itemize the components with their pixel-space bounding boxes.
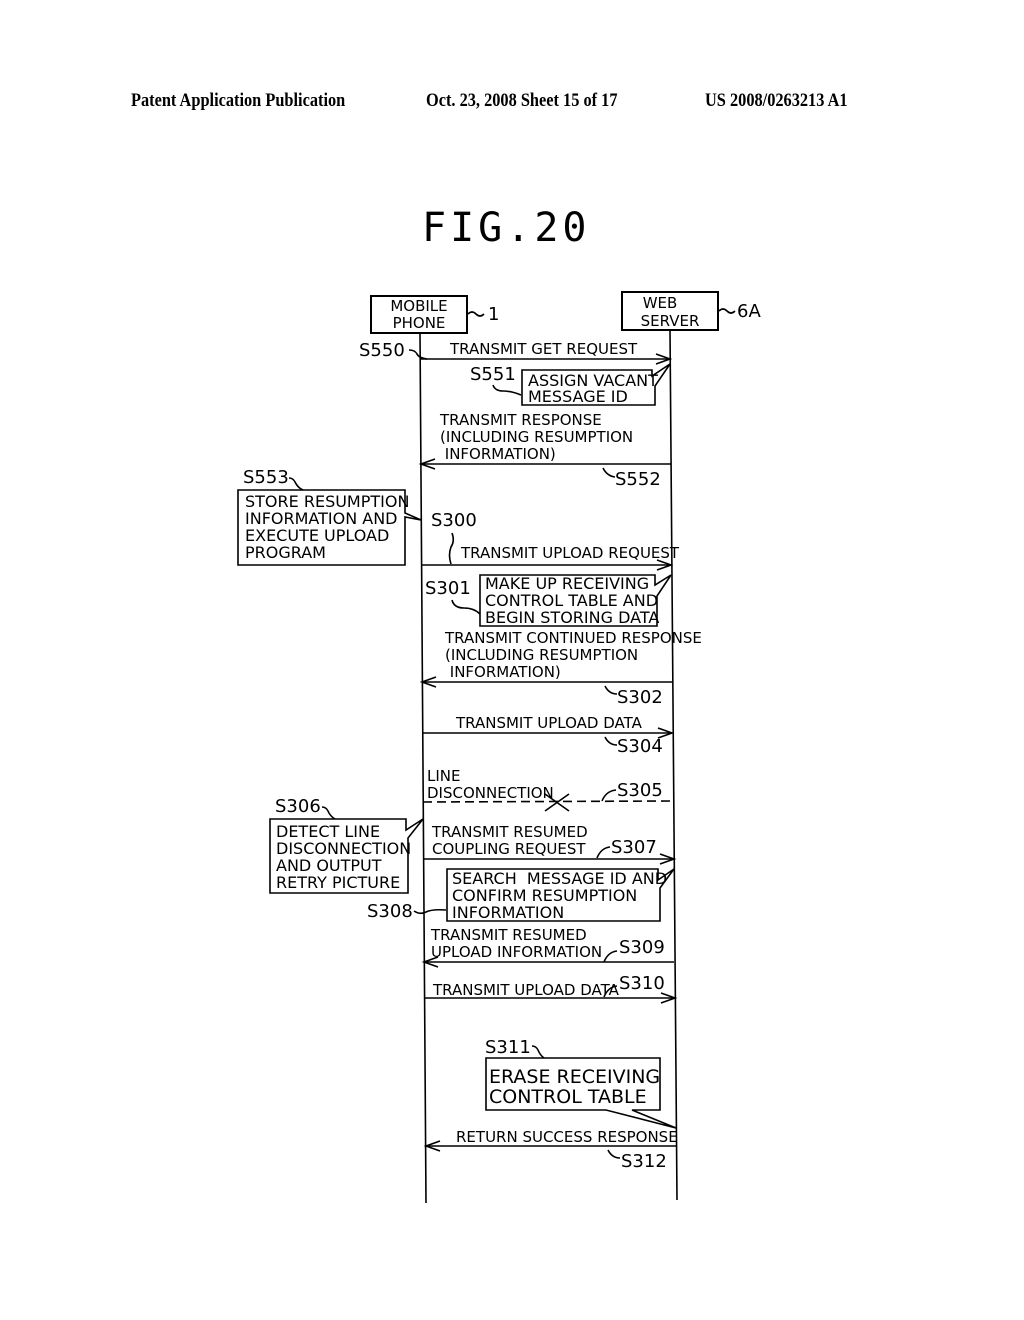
actor-mobile-ref: 1 (488, 304, 499, 325)
actor-server-line-2: SERVER (641, 312, 700, 330)
step-s311: S311 ERASE RECEIVING CONTROL TABLE (485, 1037, 677, 1129)
step-s307: TRANSMIT RESUMED COUPLING REQUEST S307 (424, 823, 677, 865)
actor-mobile-line-1: MOBILE (390, 297, 447, 315)
step-s312: RETURN SUCCESS RESPONSE S312 (423, 1128, 678, 1172)
step-id: S304 (617, 736, 663, 757)
step-s550: S550 TRANSMIT GET REQUEST (359, 340, 673, 365)
disconnection-x-icon (544, 793, 570, 812)
message-label-line-1: LINE (427, 767, 460, 785)
step-id: S302 (617, 687, 663, 708)
message-label-line-2: (INCLUDING RESUMPTION (440, 428, 633, 446)
message-label-line-2: DISCONNECTION (427, 784, 554, 802)
callout-line-3: BEGIN STORING DATA (485, 608, 659, 627)
step-s553: S553 STORE RESUMPTION INFORMATION AND EX… (237, 467, 422, 566)
actor-web-server: WEB SERVER 6A (621, 291, 761, 331)
step-id: S551 (470, 364, 516, 385)
message-label: TRANSMIT GET REQUEST (449, 340, 638, 358)
actor-server-ref: 6A (737, 301, 761, 322)
step-id: S553 (243, 467, 289, 488)
step-s304: TRANSMIT UPLOAD DATA S304 (422, 714, 675, 757)
message-label-line-3: INFORMATION) (440, 445, 556, 463)
step-id: S306 (275, 796, 321, 817)
step-id: S308 (367, 901, 413, 922)
callout-line-2: MESSAGE ID (528, 387, 628, 406)
message-label-line-1: TRANSMIT CONTINUED RESPONSE (444, 629, 702, 647)
step-id: S552 (615, 469, 661, 490)
message-label-line-2: (INCLUDING RESUMPTION (445, 646, 638, 664)
step-s305: LINE DISCONNECTION S305 (422, 767, 674, 812)
step-s302: TRANSMIT CONTINUED RESPONSE (INCLUDING R… (419, 629, 702, 708)
callout-line-1: ERASE RECEIVING (489, 1066, 660, 1088)
actor-mobile-phone: MOBILE PHONE 1 (370, 295, 499, 334)
message-label: TRANSMIT UPLOAD DATA (455, 714, 643, 732)
step-id: S550 (359, 340, 405, 361)
callout-line-4: PROGRAM (245, 543, 326, 562)
message-label-line-1: TRANSMIT RESUMED (430, 926, 587, 944)
step-id: S311 (485, 1037, 531, 1058)
message-label-line-3: INFORMATION) (445, 663, 561, 681)
step-s308: S308 SEARCH MESSAGE ID AND CONFIRM RESUM… (367, 868, 675, 922)
message-label-line-2: COUPLING REQUEST (432, 840, 586, 858)
message-label-line-2: UPLOAD INFORMATION (431, 943, 602, 961)
sequence-diagram: MOBILE PHONE 1 WEB SERVER 6A S550 TRANSM… (237, 291, 761, 1204)
message-label: RETURN SUCCESS RESPONSE (456, 1128, 678, 1146)
step-id: S307 (611, 837, 657, 858)
step-id: S310 (619, 973, 665, 994)
step-s309: TRANSMIT RESUMED UPLOAD INFORMATION S309 (421, 926, 674, 968)
callout-line-3: INFORMATION (452, 903, 564, 922)
step-id: S301 (425, 578, 471, 599)
actor-mobile-line-2: PHONE (393, 314, 446, 332)
message-label-line-1: TRANSMIT RESPONSE (439, 411, 602, 429)
step-s306: S306 DETECT LINE DISCONNECTION AND OUTPU… (269, 796, 424, 894)
step-id: S312 (621, 1151, 667, 1172)
step-s551: S551 ASSIGN VACANT MESSAGE ID (470, 363, 671, 406)
message-label: TRANSMIT UPLOAD DATA (432, 981, 620, 999)
step-id: S305 (617, 780, 663, 801)
callout-line-2: CONTROL TABLE (489, 1086, 647, 1108)
step-id: S300 (431, 510, 477, 531)
step-id: S309 (619, 937, 665, 958)
lifeline-web-server (669, 329, 678, 1201)
message-label-line-1: TRANSMIT RESUMED (431, 823, 588, 841)
step-s552: TRANSMIT RESPONSE (INCLUDING RESUMPTION … (418, 411, 671, 490)
actor-server-line-1: WEB (643, 294, 678, 312)
step-s310: TRANSMIT UPLOAD DATA S310 (424, 973, 678, 1004)
step-s301: S301 MAKE UP RECEIVING CONTROL TABLE AND… (425, 574, 672, 627)
callout-line-4: RETRY PICTURE (276, 873, 400, 892)
message-label: TRANSMIT UPLOAD REQUEST (460, 544, 680, 562)
step-s300: S300 TRANSMIT UPLOAD REQUEST (421, 510, 680, 571)
